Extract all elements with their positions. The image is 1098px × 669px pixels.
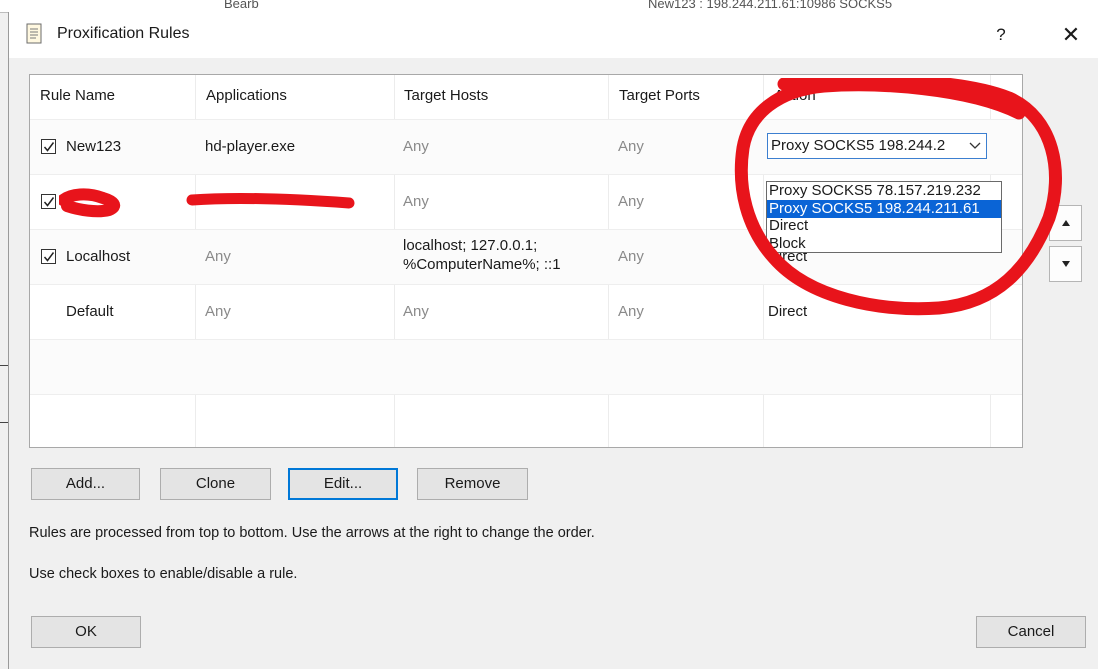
title-bar: Proxification Rules ? ✕ (9, 12, 1098, 58)
proxification-rules-dialog: Proxification Rules ? ✕ Rule Name Applic… (8, 12, 1098, 669)
triangle-down-icon (1062, 261, 1070, 267)
clone-button[interactable]: Clone (160, 468, 271, 500)
rule-enable-checkbox[interactable] (41, 139, 56, 154)
rule-enable-checkbox[interactable] (41, 194, 56, 209)
window-title: Proxification Rules (57, 25, 190, 42)
action-dropdown-list[interactable]: Proxy SOCKS5 78.157.219.232 Proxy SOCKS5… (766, 181, 1002, 253)
background-text-left: Bearb (224, 0, 259, 11)
rule-enable-checkbox[interactable] (41, 249, 56, 264)
dropdown-option[interactable]: Block (767, 235, 1001, 253)
rule-target-ports: Any (618, 138, 644, 155)
document-icon (26, 23, 44, 45)
rule-applications: hd-player.exe (205, 138, 296, 155)
empty-table-row (30, 339, 1022, 395)
rule-target-hosts: Any (403, 303, 429, 320)
info-text-checkboxes: Use check boxes to enable/disable a rule… (29, 566, 298, 582)
rule-applications: Any (205, 303, 231, 320)
empty-table-row (30, 394, 1022, 447)
rule-name: Default (66, 303, 114, 320)
background-edge (0, 365, 8, 423)
chevron-down-icon (969, 142, 981, 149)
table-row[interactable]: New123 hd-player.exe Any Any Proxy SOCKS… (30, 119, 1022, 175)
close-button[interactable]: ✕ (1055, 21, 1087, 49)
rule-applications: Any (205, 248, 231, 265)
triangle-up-icon (1062, 220, 1070, 226)
rule-name: Localhost (66, 248, 131, 265)
add-button[interactable]: Add... (31, 468, 140, 500)
rules-table: Rule Name Applications Target Hosts Targ… (29, 74, 1023, 448)
cancel-button[interactable]: Cancel (976, 616, 1086, 648)
rule-name: New123 (66, 138, 122, 155)
column-header-rule-name[interactable]: Rule Name (40, 87, 115, 104)
help-button[interactable]: ? (987, 21, 1015, 49)
edit-button[interactable]: Edit... (288, 468, 398, 500)
dropdown-option-selected[interactable]: Proxy SOCKS5 198.244.211.61 (767, 200, 1001, 218)
move-down-button[interactable] (1049, 246, 1082, 282)
table-row[interactable]: Default Any Any Any Direct (30, 284, 1022, 340)
rule-target-hosts-line2: %ComputerName%; ::1 (403, 256, 561, 273)
dropdown-option[interactable]: Direct (767, 217, 1001, 235)
background-text-right: New123 : 198.244.211.61:10986 SOCKS5 (648, 0, 893, 11)
remove-button[interactable]: Remove (417, 468, 528, 500)
column-header-action[interactable]: Action (774, 87, 816, 104)
action-select[interactable]: Proxy SOCKS5 198.244.2 (767, 133, 987, 159)
rule-target-ports: Any (618, 193, 644, 210)
info-text-order: Rules are processed from top to bottom. … (29, 525, 595, 541)
rule-target-hosts: Any (403, 193, 429, 210)
dropdown-option[interactable]: Proxy SOCKS5 78.157.219.232 (767, 182, 1001, 200)
rule-target-hosts-line1: localhost; 127.0.0.1; (403, 237, 538, 254)
column-header-target-ports[interactable]: Target Ports (619, 87, 700, 104)
column-header-applications[interactable]: Applications (206, 87, 287, 104)
move-up-button[interactable] (1049, 205, 1082, 241)
rule-action: Direct (768, 303, 808, 320)
ok-button[interactable]: OK (31, 616, 141, 648)
rule-target-ports: Any (618, 303, 644, 320)
action-select-value: Proxy SOCKS5 198.244.2 (771, 137, 946, 154)
rule-target-ports: Any (618, 248, 644, 265)
column-header-target-hosts[interactable]: Target Hosts (404, 87, 488, 104)
rule-target-hosts: Any (403, 138, 429, 155)
table-header: Rule Name Applications Target Hosts Targ… (30, 75, 1022, 119)
